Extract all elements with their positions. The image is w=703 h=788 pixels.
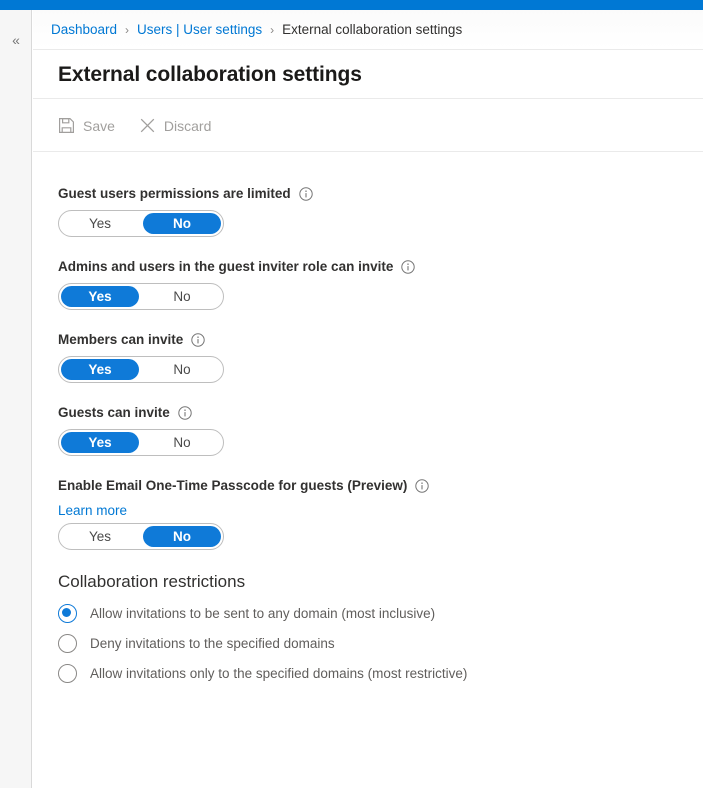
page-title: External collaboration settings bbox=[58, 63, 362, 87]
toggle-option-yes[interactable]: Yes bbox=[61, 213, 139, 234]
info-circle-icon[interactable] bbox=[415, 479, 429, 493]
discard-button[interactable]: Discard bbox=[139, 117, 211, 134]
toggle-option-yes[interactable]: Yes bbox=[61, 432, 139, 453]
setting-label-row: Enable Email One-Time Passcode for guest… bbox=[58, 477, 703, 495]
setting-label-row: Admins and users in the guest inviter ro… bbox=[58, 258, 703, 276]
info-circle-icon[interactable] bbox=[178, 406, 192, 420]
learn-more-link[interactable]: Learn more bbox=[58, 503, 127, 518]
radio-button[interactable] bbox=[58, 634, 77, 653]
setting-guests-can-invite: Guests can invite Yes No bbox=[58, 404, 703, 456]
close-x-icon bbox=[139, 117, 156, 134]
info-circle-icon[interactable] bbox=[191, 333, 205, 347]
setting-members-can-invite: Members can invite Yes No bbox=[58, 331, 703, 383]
title-row: External collaboration settings bbox=[33, 51, 703, 99]
breadcrumb-separator-icon: › bbox=[125, 23, 129, 37]
blade-panel: Dashboard › Users | User settings › Exte… bbox=[33, 10, 703, 788]
setting-label: Enable Email One-Time Passcode for guest… bbox=[58, 477, 407, 495]
toggle-members-can-invite[interactable]: Yes No bbox=[58, 356, 224, 383]
toggle-option-no[interactable]: No bbox=[143, 213, 221, 234]
radio-button[interactable] bbox=[58, 664, 77, 683]
setting-label: Members can invite bbox=[58, 331, 183, 349]
toggle-admins-guest-inviter-can-invite[interactable]: Yes No bbox=[58, 283, 224, 310]
setting-admins-guest-inviter-can-invite: Admins and users in the guest inviter ro… bbox=[58, 258, 703, 310]
toggle-option-yes[interactable]: Yes bbox=[61, 286, 139, 307]
info-circle-icon[interactable] bbox=[401, 260, 415, 274]
radio-option-deny-specified-domains[interactable]: Deny invitations to the specified domain… bbox=[58, 634, 703, 653]
command-toolbar: Save Discard bbox=[33, 100, 703, 152]
radio-label: Deny invitations to the specified domain… bbox=[90, 636, 335, 651]
radio-button[interactable] bbox=[58, 604, 77, 623]
radio-label: Allow invitations only to the specified … bbox=[90, 666, 467, 681]
settings-content: Guest users permissions are limited Yes … bbox=[33, 153, 703, 788]
toggle-option-no[interactable]: No bbox=[143, 526, 221, 547]
setting-label: Admins and users in the guest inviter ro… bbox=[58, 258, 393, 276]
breadcrumb-separator-icon: › bbox=[270, 23, 274, 37]
toggle-option-no[interactable]: No bbox=[143, 359, 221, 380]
setting-label-row: Guests can invite bbox=[58, 404, 703, 422]
radio-option-allow-only-specified-domains[interactable]: Allow invitations only to the specified … bbox=[58, 664, 703, 683]
save-label: Save bbox=[83, 118, 115, 134]
toggle-option-yes[interactable]: Yes bbox=[61, 359, 139, 380]
toggle-guest-users-permissions-limited[interactable]: Yes No bbox=[58, 210, 224, 237]
collapse-blade-icon[interactable]: « bbox=[6, 30, 26, 50]
discard-label: Discard bbox=[164, 118, 211, 134]
breadcrumb: Dashboard › Users | User settings › Exte… bbox=[33, 10, 703, 50]
setting-guest-users-permissions-limited: Guest users permissions are limited Yes … bbox=[58, 185, 703, 237]
toggle-option-no[interactable]: No bbox=[143, 432, 221, 453]
save-button[interactable]: Save bbox=[58, 117, 115, 134]
toggle-email-otp-for-guests[interactable]: Yes No bbox=[58, 523, 224, 550]
info-circle-icon[interactable] bbox=[299, 187, 313, 201]
breadcrumb-item-current: External collaboration settings bbox=[282, 22, 462, 37]
breadcrumb-item-user-settings[interactable]: Users | User settings bbox=[137, 22, 262, 37]
top-accent-bar bbox=[0, 0, 703, 10]
setting-label-row: Guest users permissions are limited bbox=[58, 185, 703, 203]
setting-label-row: Members can invite bbox=[58, 331, 703, 349]
setting-label: Guests can invite bbox=[58, 404, 170, 422]
toggle-guests-can-invite[interactable]: Yes No bbox=[58, 429, 224, 456]
left-gutter: « bbox=[0, 10, 32, 788]
setting-email-otp-for-guests: Enable Email One-Time Passcode for guest… bbox=[58, 477, 703, 550]
breadcrumb-item-dashboard[interactable]: Dashboard bbox=[51, 22, 117, 37]
toggle-option-yes[interactable]: Yes bbox=[61, 526, 139, 547]
save-floppy-icon bbox=[58, 117, 75, 134]
radio-option-allow-any-domain[interactable]: Allow invitations to be sent to any doma… bbox=[58, 604, 703, 623]
toggle-option-no[interactable]: No bbox=[143, 286, 221, 307]
radio-label: Allow invitations to be sent to any doma… bbox=[90, 606, 435, 621]
setting-label: Guest users permissions are limited bbox=[58, 185, 291, 203]
collaboration-restrictions-heading: Collaboration restrictions bbox=[58, 572, 703, 592]
